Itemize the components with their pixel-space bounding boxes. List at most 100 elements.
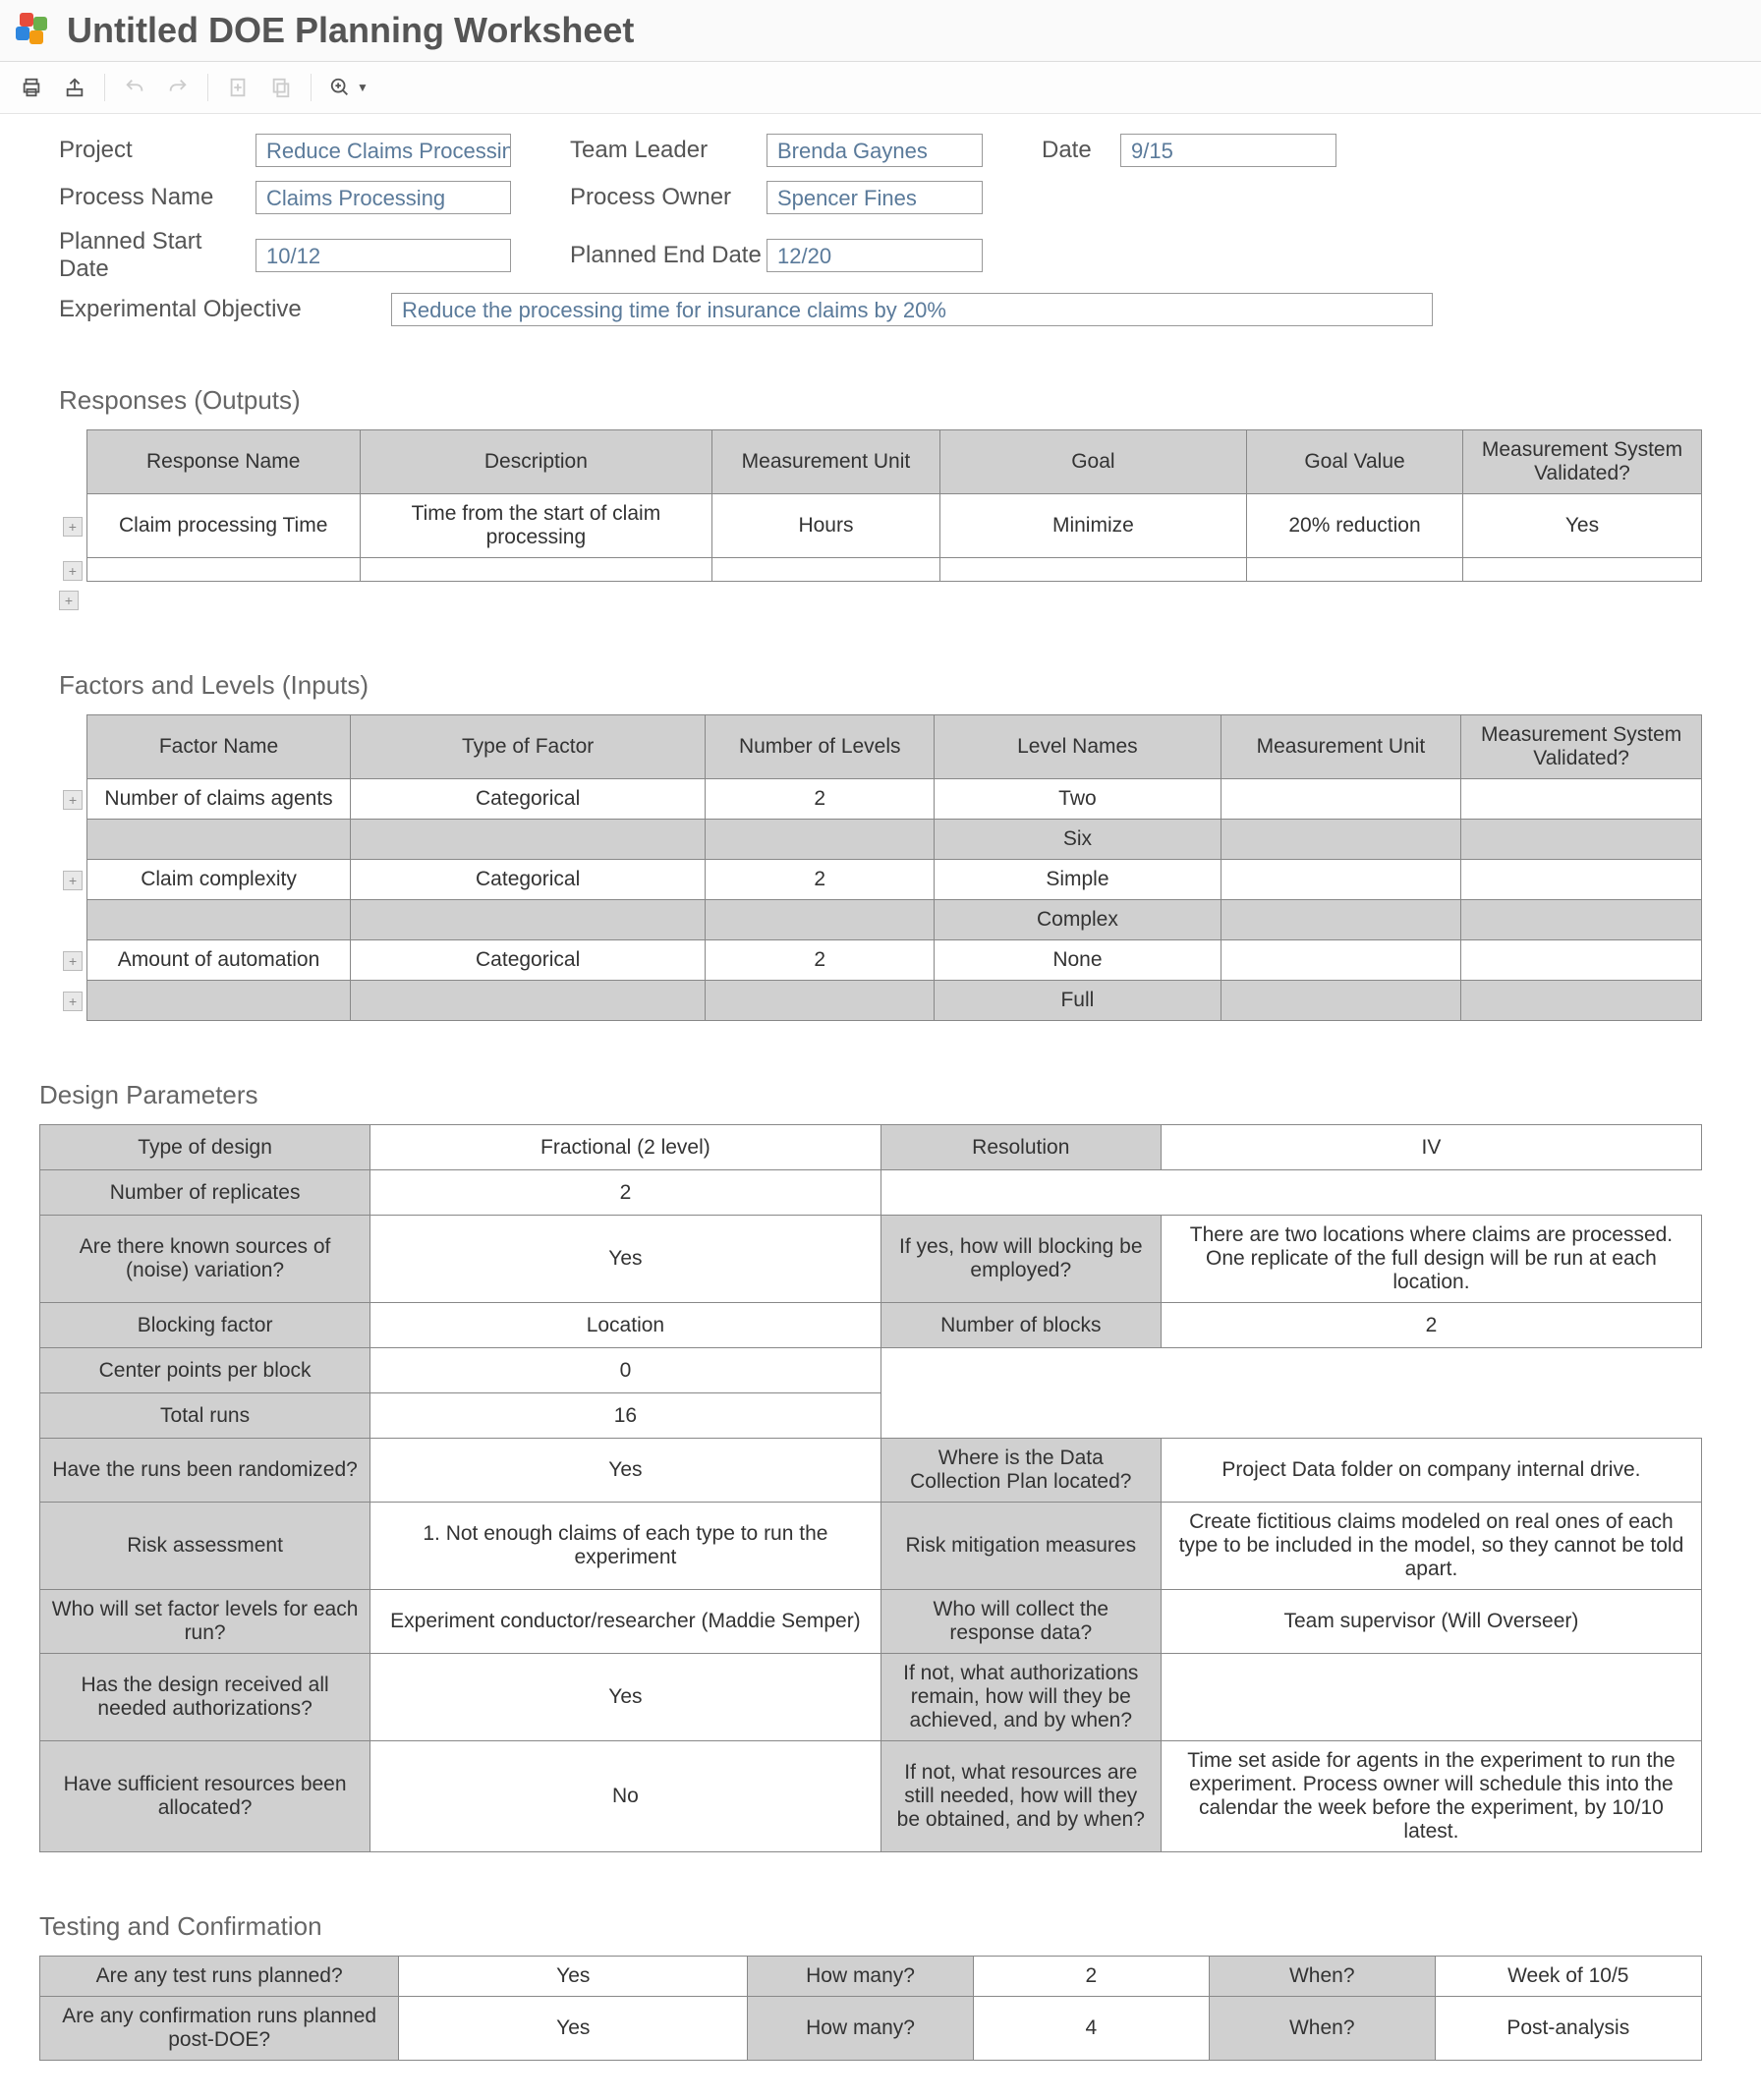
table-cell[interactable]: None — [935, 940, 1221, 981]
factors-header: Factor Name — [87, 715, 351, 779]
design-value[interactable]: Yes — [370, 1439, 881, 1503]
testing-value[interactable]: Yes — [399, 1997, 748, 2061]
table-cell[interactable]: Time from the start of claim processing — [360, 494, 712, 558]
design-value[interactable]: No — [370, 1741, 881, 1852]
add-row-button[interactable]: + — [63, 561, 83, 581]
testing-value[interactable]: 4 — [973, 1997, 1209, 2061]
table-cell[interactable] — [360, 558, 712, 582]
table-cell[interactable]: Minimize — [939, 494, 1246, 558]
testing-value[interactable]: Yes — [399, 1957, 748, 1997]
table-cell[interactable] — [1221, 981, 1461, 1021]
table-cell[interactable] — [1221, 900, 1461, 940]
table-cell[interactable] — [1247, 558, 1463, 582]
table-cell[interactable]: Claim complexity — [87, 860, 351, 900]
table-cell[interactable] — [351, 900, 706, 940]
table-cell[interactable] — [706, 820, 935, 860]
table-cell[interactable]: Six — [935, 820, 1221, 860]
add-row-button[interactable]: + — [63, 871, 83, 890]
table-cell[interactable]: Simple — [935, 860, 1221, 900]
design-value[interactable]: 2 — [370, 1170, 881, 1216]
table-cell[interactable]: Complex — [935, 900, 1221, 940]
table-cell[interactable]: Categorical — [351, 860, 706, 900]
table-cell[interactable] — [351, 981, 706, 1021]
table-cell[interactable]: Claim processing Time — [86, 494, 360, 558]
table-cell[interactable]: Categorical — [351, 940, 706, 981]
design-value[interactable]: 16 — [370, 1393, 881, 1439]
planned-start-input[interactable]: 10/12 — [256, 239, 511, 272]
table-cell[interactable]: 20% reduction — [1247, 494, 1463, 558]
design-value[interactable]: Fractional (2 level) — [370, 1125, 881, 1170]
table-cell[interactable] — [939, 558, 1246, 582]
table-cell[interactable] — [1221, 940, 1461, 981]
design-value[interactable]: 2 — [1161, 1303, 1701, 1348]
design-value[interactable]: Location — [370, 1303, 881, 1348]
table-cell[interactable] — [1461, 860, 1702, 900]
table-cell[interactable]: 2 — [706, 940, 935, 981]
process-name-input[interactable]: Claims Processing — [256, 181, 511, 214]
table-cell[interactable]: Categorical — [351, 779, 706, 820]
design-value[interactable]: Experiment conductor/researcher (Maddie … — [370, 1590, 881, 1654]
add-row-button[interactable]: + — [63, 517, 83, 537]
planned-start-label: Planned Start Date — [59, 228, 256, 283]
table-cell[interactable]: 2 — [706, 860, 935, 900]
table-cell[interactable] — [1461, 820, 1702, 860]
design-value[interactable]: There are two locations where claims are… — [1161, 1216, 1701, 1303]
table-cell[interactable] — [351, 820, 706, 860]
table-cell[interactable] — [1461, 940, 1702, 981]
testing-value[interactable]: 2 — [973, 1957, 1209, 1997]
design-value[interactable]: Team supervisor (Will Overseer) — [1161, 1590, 1701, 1654]
add-row-button[interactable]: + — [63, 992, 83, 1011]
zoom-button[interactable]: ▼ — [321, 70, 376, 105]
team-leader-input[interactable]: Brenda Gaynes — [767, 134, 983, 167]
design-value[interactable]: Time set aside for agents in the experim… — [1161, 1741, 1701, 1852]
table-cell[interactable] — [87, 900, 351, 940]
toolbar-separator — [104, 74, 105, 101]
table-cell[interactable] — [86, 558, 360, 582]
design-value[interactable]: Yes — [370, 1216, 881, 1303]
process-owner-input[interactable]: Spencer Fines — [767, 181, 983, 214]
add-item-button[interactable] — [218, 70, 257, 105]
add-row-button[interactable]: + — [63, 790, 83, 810]
table-cell[interactable] — [1221, 820, 1461, 860]
objective-input[interactable]: Reduce the processing time for insurance… — [391, 293, 1433, 326]
design-value[interactable]: Yes — [370, 1654, 881, 1741]
design-label: Who will collect the response data? — [880, 1590, 1161, 1654]
date-input[interactable]: 9/15 — [1120, 134, 1336, 167]
redo-button[interactable] — [158, 70, 198, 105]
table-cell[interactable]: Two — [935, 779, 1221, 820]
table-cell[interactable]: Amount of automation — [87, 940, 351, 981]
table-cell[interactable] — [706, 900, 935, 940]
table-cell[interactable] — [87, 981, 351, 1021]
undo-button[interactable] — [115, 70, 154, 105]
design-value[interactable]: Project Data folder on company internal … — [1161, 1439, 1701, 1503]
share-button[interactable] — [55, 70, 94, 105]
design-value[interactable]: 0 — [370, 1348, 881, 1393]
table-cell[interactable] — [706, 981, 935, 1021]
testing-value[interactable]: Week of 10/5 — [1435, 1957, 1701, 1997]
titlebar: Untitled DOE Planning Worksheet — [0, 0, 1761, 62]
table-cell[interactable] — [1461, 981, 1702, 1021]
add-row-button[interactable]: + — [63, 951, 83, 971]
design-value[interactable] — [1161, 1654, 1701, 1741]
add-response-row-button[interactable]: + — [59, 591, 79, 610]
table-cell[interactable] — [1221, 779, 1461, 820]
project-input[interactable]: Reduce Claims Processin — [256, 134, 511, 167]
design-value[interactable]: IV — [1161, 1125, 1701, 1170]
print-button[interactable] — [12, 70, 51, 105]
table-cell[interactable]: Yes — [1462, 494, 1701, 558]
testing-value[interactable]: Post-analysis — [1435, 1997, 1701, 2061]
table-cell[interactable]: Hours — [712, 494, 939, 558]
copy-button[interactable] — [261, 70, 301, 105]
table-cell[interactable]: Number of claims agents — [87, 779, 351, 820]
design-value[interactable]: Create fictitious claims modeled on real… — [1161, 1503, 1701, 1590]
table-cell[interactable] — [1221, 860, 1461, 900]
table-cell[interactable]: Full — [935, 981, 1221, 1021]
table-cell[interactable] — [1461, 779, 1702, 820]
design-value[interactable]: 1. Not enough claims of each type to run… — [370, 1503, 881, 1590]
table-cell[interactable] — [1461, 900, 1702, 940]
table-cell[interactable] — [712, 558, 939, 582]
table-cell[interactable] — [87, 820, 351, 860]
table-cell[interactable]: 2 — [706, 779, 935, 820]
planned-end-input[interactable]: 12/20 — [767, 239, 983, 272]
table-cell[interactable] — [1462, 558, 1701, 582]
